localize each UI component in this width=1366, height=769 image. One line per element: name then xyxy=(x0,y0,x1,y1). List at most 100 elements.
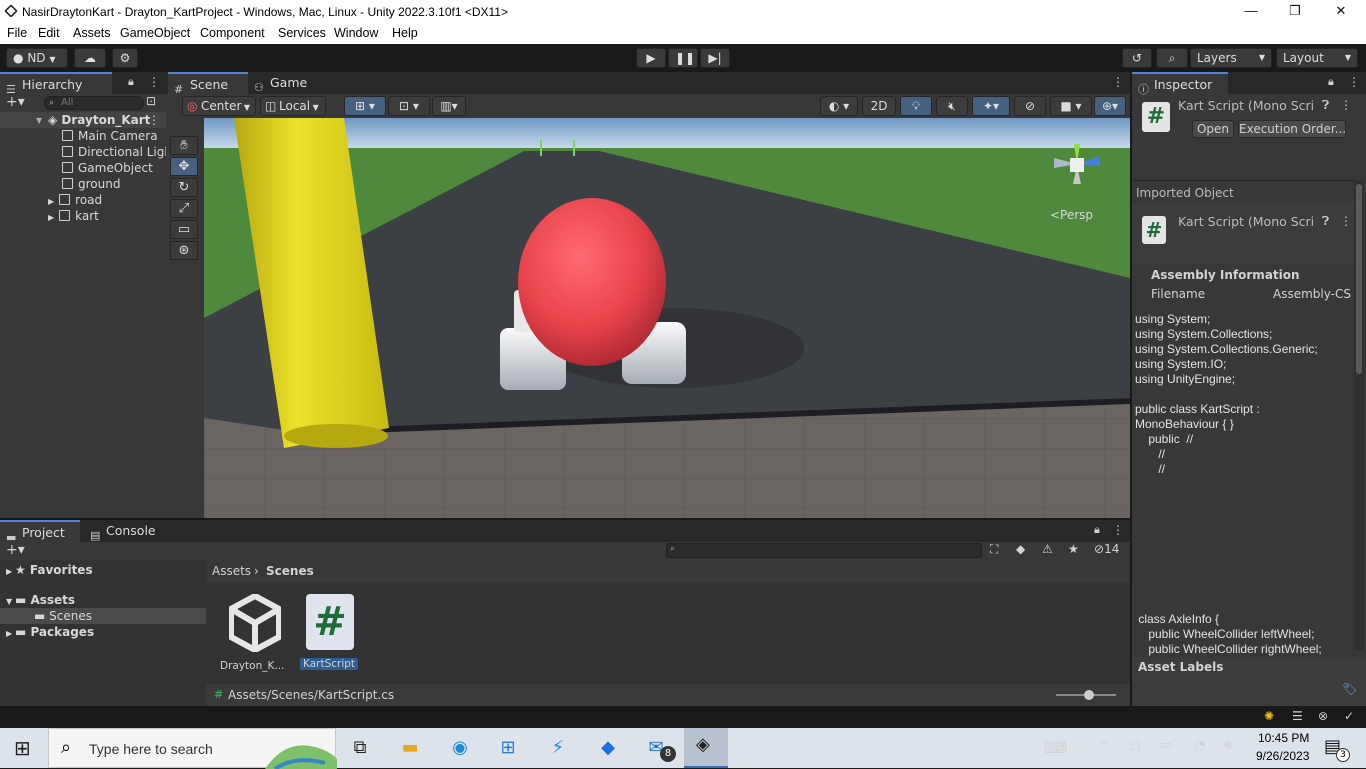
menu-assets[interactable]: Assets xyxy=(73,26,111,40)
account-dropdown[interactable]: ● ND ▼ xyxy=(6,48,68,68)
hierarchy-item[interactable]: ▶ road xyxy=(48,192,102,208)
pivot-dropdown[interactable]: ◎ Center ▼ xyxy=(182,96,256,116)
camera-icon[interactable]: ■ ▾ xyxy=(1050,96,1092,116)
breadcrumb-scenes[interactable]: Scenes xyxy=(266,564,314,578)
tree-scenes[interactable]: ▬ Scenes xyxy=(0,608,206,624)
menu-window[interactable]: Window xyxy=(334,26,378,40)
help-icon[interactable]: ❓︎ xyxy=(1322,98,1329,113)
menu-gameobject[interactable]: GameObject xyxy=(120,26,190,40)
execution-order-button[interactable]: Execution Order... xyxy=(1238,120,1346,138)
hierarchy-search-input[interactable]: ⌕ All xyxy=(44,96,144,110)
effects-icon[interactable]: ✦▾ xyxy=(972,96,1010,116)
asset-item[interactable]: Drayton_K... xyxy=(216,588,288,672)
gizmos-icon[interactable]: ⊕▾ xyxy=(1094,96,1126,116)
layout-dropdown[interactable]: Layout ▼ xyxy=(1276,48,1358,68)
cloud-icon[interactable]: ☁ xyxy=(74,48,106,68)
history-icon[interactable]: ↺ xyxy=(1122,48,1152,68)
tab-scene[interactable]: # Scene xyxy=(168,72,248,96)
minimize-button[interactable]: — xyxy=(1228,0,1274,24)
lock-icon[interactable]: 🔒︎ xyxy=(1328,75,1334,89)
open-button[interactable]: Open xyxy=(1192,120,1234,138)
help-icon[interactable]: ❓︎ xyxy=(1322,214,1329,229)
camera-icon[interactable]: ◻ xyxy=(1130,738,1141,753)
more-icon[interactable]: ⋮ xyxy=(1348,75,1360,89)
hierarchy-item[interactable]: Directional Light xyxy=(62,144,166,160)
tree-assets[interactable]: ▼ ▬ Assets xyxy=(6,592,75,608)
tab-hierarchy[interactable]: ☰ Hierarchy xyxy=(0,72,112,96)
rotate-tool-button[interactable]: ↻ xyxy=(170,178,198,197)
tab-inspector[interactable]: ⓘ Inspector xyxy=(1132,72,1228,96)
tab-game[interactable]: ⚇ Game xyxy=(248,72,318,94)
hidden-count[interactable]: ⊘14 xyxy=(1094,542,1119,556)
hierarchy-item[interactable]: ▶ kart xyxy=(48,208,99,224)
play-button[interactable]: ▶ xyxy=(636,48,666,68)
wifi-icon[interactable]: ◔ xyxy=(1194,738,1205,753)
tab-console[interactable]: ▤ Console xyxy=(84,520,164,542)
audio-icon[interactable]: 🔇︎ xyxy=(936,96,968,116)
lock-icon[interactable]: 🔒︎ xyxy=(1094,523,1100,537)
keyboard-icon[interactable]: ⌨ xyxy=(1044,738,1067,757)
slider-handle[interactable] xyxy=(1084,690,1094,700)
unity-taskbar-button[interactable]: ◈ xyxy=(684,728,728,768)
transform-tool-button[interactable]: ⊛ xyxy=(170,241,198,260)
type-filter-icon[interactable]: ⛶ xyxy=(990,542,998,557)
snap-increment-button[interactable]: ⊡ ▾ xyxy=(388,96,430,116)
shading-dropdown[interactable]: ◐ ▾ xyxy=(820,96,858,116)
more-icon[interactable]: ⋮ xyxy=(148,112,160,128)
task-view-icon[interactable]: ⧉ xyxy=(344,732,376,764)
more-icon[interactable]: ⋮ xyxy=(1340,98,1352,112)
more-icon[interactable]: ⋮ xyxy=(148,75,160,89)
warning-icon[interactable]: ⚠ xyxy=(1042,542,1053,556)
lighting-icon[interactable]: 💡︎ xyxy=(900,96,932,116)
persp-label[interactable]: <Persp xyxy=(1050,208,1093,222)
more-icon[interactable]: ⋮ xyxy=(1340,214,1352,228)
check-icon[interactable]: ✓ xyxy=(1344,709,1354,723)
hierarchy-item[interactable]: ground xyxy=(62,176,120,192)
hidden-objects-icon[interactable]: ⊘ xyxy=(1014,96,1046,116)
hierarchy-scene-row[interactable]: ▼ ◈ Drayton_Kart ⋮ xyxy=(0,112,166,128)
vscode-icon[interactable]: ⚡︎ xyxy=(542,732,574,764)
store-icon[interactable]: ⊞ xyxy=(492,732,524,764)
more-icon[interactable]: ⋮ xyxy=(1112,523,1124,537)
ruler-icon[interactable]: ▥▾ xyxy=(432,96,466,116)
grid-snap-button[interactable]: ⊞ ▾ xyxy=(344,96,386,116)
clock-time[interactable]: 10:45 PM xyxy=(1258,731,1309,745)
progress-icon[interactable]: ⊗ xyxy=(1318,709,1328,723)
hierarchy-item[interactable]: GameObject xyxy=(62,160,153,176)
menu-help[interactable]: Help xyxy=(392,26,418,40)
toggle-2d-button[interactable]: 2D xyxy=(862,96,896,116)
volume-icon[interactable]: 🔊︎ xyxy=(1224,738,1232,753)
taskbar-search-input[interactable]: ⌕ Type here to search xyxy=(48,728,337,769)
more-icon[interactable]: ⋮ xyxy=(1112,75,1124,89)
inspector-scrollbar[interactable] xyxy=(1354,180,1364,650)
edge-icon[interactable]: ◉ xyxy=(444,732,476,764)
step-button[interactable]: ▶| xyxy=(700,48,730,68)
move-tool-button[interactable]: ✥ xyxy=(170,157,198,176)
project-search-input[interactable]: ⌕ xyxy=(666,543,982,558)
rect-tool-button[interactable]: ▭ xyxy=(170,220,198,239)
scrollbar-thumb[interactable] xyxy=(1356,184,1362,374)
windows-start-icon[interactable]: ⊞ xyxy=(14,736,31,761)
maximize-button[interactable]: ❐ xyxy=(1272,0,1318,24)
breadcrumb-assets[interactable]: Assets xyxy=(212,564,251,578)
tree-favorites[interactable]: ▶ ★ Favorites xyxy=(6,562,93,578)
file-explorer-icon[interactable]: ▬ xyxy=(394,732,426,764)
asset-item[interactable]: # KartScript xyxy=(298,588,370,672)
lock-icon[interactable]: 🔒︎ xyxy=(128,75,134,89)
search-icon[interactable]: ⌕ xyxy=(1156,48,1188,68)
layers-dropdown[interactable]: Layers ▼ xyxy=(1190,48,1272,68)
battery-icon[interactable]: ▭ xyxy=(1160,738,1172,753)
label-filter-icon[interactable]: ◆ xyxy=(1016,542,1025,556)
tag-icon[interactable]: 🏷︎ xyxy=(1342,682,1357,696)
clock-date[interactable]: 9/26/2023 xyxy=(1256,749,1309,763)
hierarchy-item[interactable]: Main Camera xyxy=(62,128,158,144)
menu-services[interactable]: Services xyxy=(278,26,326,40)
hand-tool-button[interactable]: ✋︎ xyxy=(170,136,198,155)
add-icon[interactable]: +▾ xyxy=(6,542,25,558)
cache-icon[interactable]: ☰ xyxy=(1292,709,1303,723)
tab-project[interactable]: ▬ Project xyxy=(0,520,80,544)
scene-viewport[interactable]: <Persp xyxy=(204,118,1130,518)
space-dropdown[interactable]: ◫ Local ▼ xyxy=(260,96,326,116)
menu-file[interactable]: File xyxy=(7,26,27,40)
dropbox-icon[interactable]: ◆ xyxy=(592,732,624,764)
